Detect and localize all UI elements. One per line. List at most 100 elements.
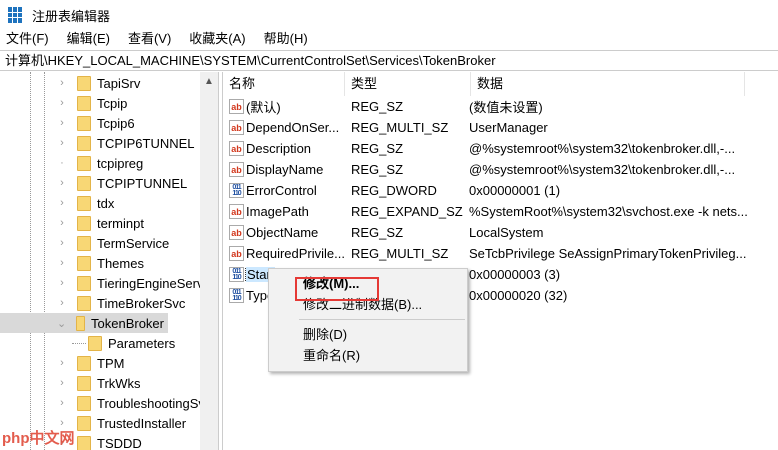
value-type: REG_MULTI_SZ [351, 246, 449, 261]
tree-item[interactable]: › TermService [0, 233, 173, 253]
value-data: UserManager [469, 120, 548, 135]
menu-0[interactable]: 文件(F) [6, 29, 49, 49]
tree-item[interactable]: › TimeBrokerSvc [0, 293, 189, 313]
folder-icon [77, 95, 91, 111]
folder-icon [77, 375, 91, 391]
binary-value-icon: 011 110 [229, 267, 244, 282]
menu-1[interactable]: 编辑(E) [67, 29, 110, 49]
column-type[interactable]: 类型 [345, 72, 471, 96]
tree-item-label: TCPIPTUNNEL [97, 175, 188, 191]
chevron-right-icon[interactable]: › [57, 377, 67, 389]
values-pane: 名称 类型 数据 ab (默认) REG_SZ (数值未设置) ab DependOnSe… [222, 72, 778, 450]
folder-icon [77, 175, 91, 191]
folder-icon [77, 275, 91, 291]
value-data: SeTcbPrivilege SeAssignPrimaryTokenPrivi… [469, 246, 747, 261]
tree-scrollbar[interactable]: ▲ [200, 72, 218, 450]
tree-item[interactable]: · tcpipreg [0, 153, 147, 173]
value-type: REG_EXPAND_SZ [351, 204, 463, 219]
tree-item[interactable]: › tdx [0, 193, 118, 213]
tree-item[interactable]: › TCPIPTUNNEL [0, 173, 191, 193]
string-value-icon: ab [229, 99, 244, 114]
value-type: REG_SZ [351, 99, 404, 114]
tree-item[interactable]: › TieringEngineService [0, 273, 218, 293]
chevron-right-icon[interactable]: › [57, 237, 67, 249]
chevron-right-icon[interactable]: › [57, 137, 67, 149]
folder-icon [77, 435, 91, 450]
scroll-up-icon[interactable]: ▲ [200, 72, 218, 92]
column-name[interactable]: 名称 [223, 72, 345, 96]
tree-item[interactable]: › TrkWks [0, 373, 145, 393]
menu-2[interactable]: 查看(V) [128, 29, 171, 49]
tree-item-label: TroubleshootingSvc [97, 395, 212, 411]
binary-value-icon: 011 110 [229, 183, 244, 198]
tree-item-label: TrustedInstaller [97, 415, 187, 431]
menu-item-rename[interactable]: 重命名(R) [269, 345, 467, 366]
chevron-right-icon[interactable]: › [57, 257, 67, 269]
tree-item[interactable]: › Themes [0, 253, 148, 273]
chevron-right-icon[interactable]: › [57, 77, 67, 89]
chevron-right-icon[interactable]: › [57, 357, 67, 369]
folder-icon [77, 155, 91, 171]
value-data: 0x00000003 (3) [469, 267, 561, 282]
tree-item-label: tdx [97, 195, 115, 211]
string-value-icon: ab [229, 246, 244, 261]
value-row[interactable]: ab (默认) REG_SZ (数值未设置) [223, 96, 778, 117]
chevron-right-icon[interactable]: › [57, 277, 67, 289]
value-type: REG_MULTI_SZ [351, 120, 449, 135]
value-row[interactable]: ab DisplayName REG_SZ @%systemroot%\system3… [223, 159, 778, 180]
value-row[interactable]: ab ObjectName REG_SZ LocalSystem [223, 222, 778, 243]
chevron-right-icon[interactable]: › [57, 397, 67, 409]
tree-pane: › TapiSrv › Tcpip › Tcpip6 › TCPIP6TUNNEL · tcpip… [0, 72, 219, 450]
tree-item[interactable]: › TroubleshootingSvc [0, 393, 215, 413]
value-name: (默认) [246, 100, 281, 115]
value-row[interactable]: ab RequiredPrivile... REG_MULTI_SZ SeTcbPri… [223, 243, 778, 264]
watermark-logo: php中文网 [2, 430, 75, 447]
chevron-right-icon[interactable]: › [57, 297, 67, 309]
chevron-right-icon[interactable]: › [57, 217, 67, 229]
folder-icon [88, 335, 102, 351]
tree-item[interactable]: › TCPIP6TUNNEL [0, 133, 199, 153]
chevron-right-icon[interactable]: › [57, 177, 67, 189]
column-data[interactable]: 数据 [471, 72, 745, 96]
value-data: 0x00000020 (32) [469, 288, 568, 303]
tree-item[interactable]: › Tcpip [0, 93, 131, 113]
tree-line: · [60, 157, 64, 169]
tree-item[interactable]: Parameters [0, 333, 179, 353]
tree-item-label: Parameters [108, 335, 176, 351]
value-name: ObjectName [246, 225, 319, 240]
folder-icon [77, 395, 91, 411]
highlight-box [295, 277, 379, 301]
value-row[interactable]: ab DependOnSer... REG_MULTI_SZ UserManager [223, 117, 778, 138]
tree-item-label: tcpipreg [97, 155, 144, 171]
string-value-icon: ab [229, 204, 244, 219]
context-menu: 修改(M)... 修改二进制数据(B)... 删除(D) 重命名(R) [268, 268, 468, 372]
string-value-icon: ab [229, 225, 244, 240]
menu-separator [299, 319, 465, 320]
tree-item[interactable]: › terminpt [0, 213, 148, 233]
menu-3[interactable]: 收藏夹(A) [189, 29, 245, 49]
tree-item[interactable]: › Tcpip6 [0, 113, 139, 133]
value-row[interactable]: ab ImagePath REG_EXPAND_SZ %SystemRoot%\sys… [223, 201, 778, 222]
value-row[interactable]: ab Description REG_SZ @%systemroot%\system3… [223, 138, 778, 159]
tree-item[interactable]: › TPM [0, 353, 128, 373]
folder-icon [77, 75, 91, 91]
tree-item[interactable]: ⌄ TokenBroker [0, 313, 168, 333]
tree-item[interactable]: › TapiSrv [0, 73, 144, 93]
chevron-right-icon[interactable]: › [57, 97, 67, 109]
title-bar: 注册表编辑器 [0, 0, 778, 30]
binary-value-icon: 011 110 [229, 288, 244, 303]
tree-item-label: Themes [97, 255, 144, 271]
value-data: LocalSystem [469, 225, 544, 240]
menu-4[interactable]: 帮助(H) [264, 29, 308, 49]
chevron-right-icon[interactable]: › [57, 117, 67, 129]
folder-icon [77, 215, 91, 231]
tree-item-label: TokenBroker [91, 315, 164, 331]
chevron-right-icon[interactable]: › [57, 197, 67, 209]
tree-item-label: terminpt [97, 215, 144, 231]
chevron-down-icon[interactable]: ⌄ [57, 317, 66, 330]
value-data: @%systemroot%\system32\tokenbroker.dll,-… [469, 162, 736, 177]
menu-item-delete[interactable]: 删除(D) [269, 324, 467, 345]
address-bar[interactable]: 计算机\HKEY_LOCAL_MACHINE\SYSTEM\CurrentCon… [0, 50, 778, 71]
window-title: 注册表编辑器 [32, 8, 111, 24]
value-row[interactable]: 011 110 ErrorControl REG_DWORD 0x00000001 (1… [223, 180, 778, 201]
